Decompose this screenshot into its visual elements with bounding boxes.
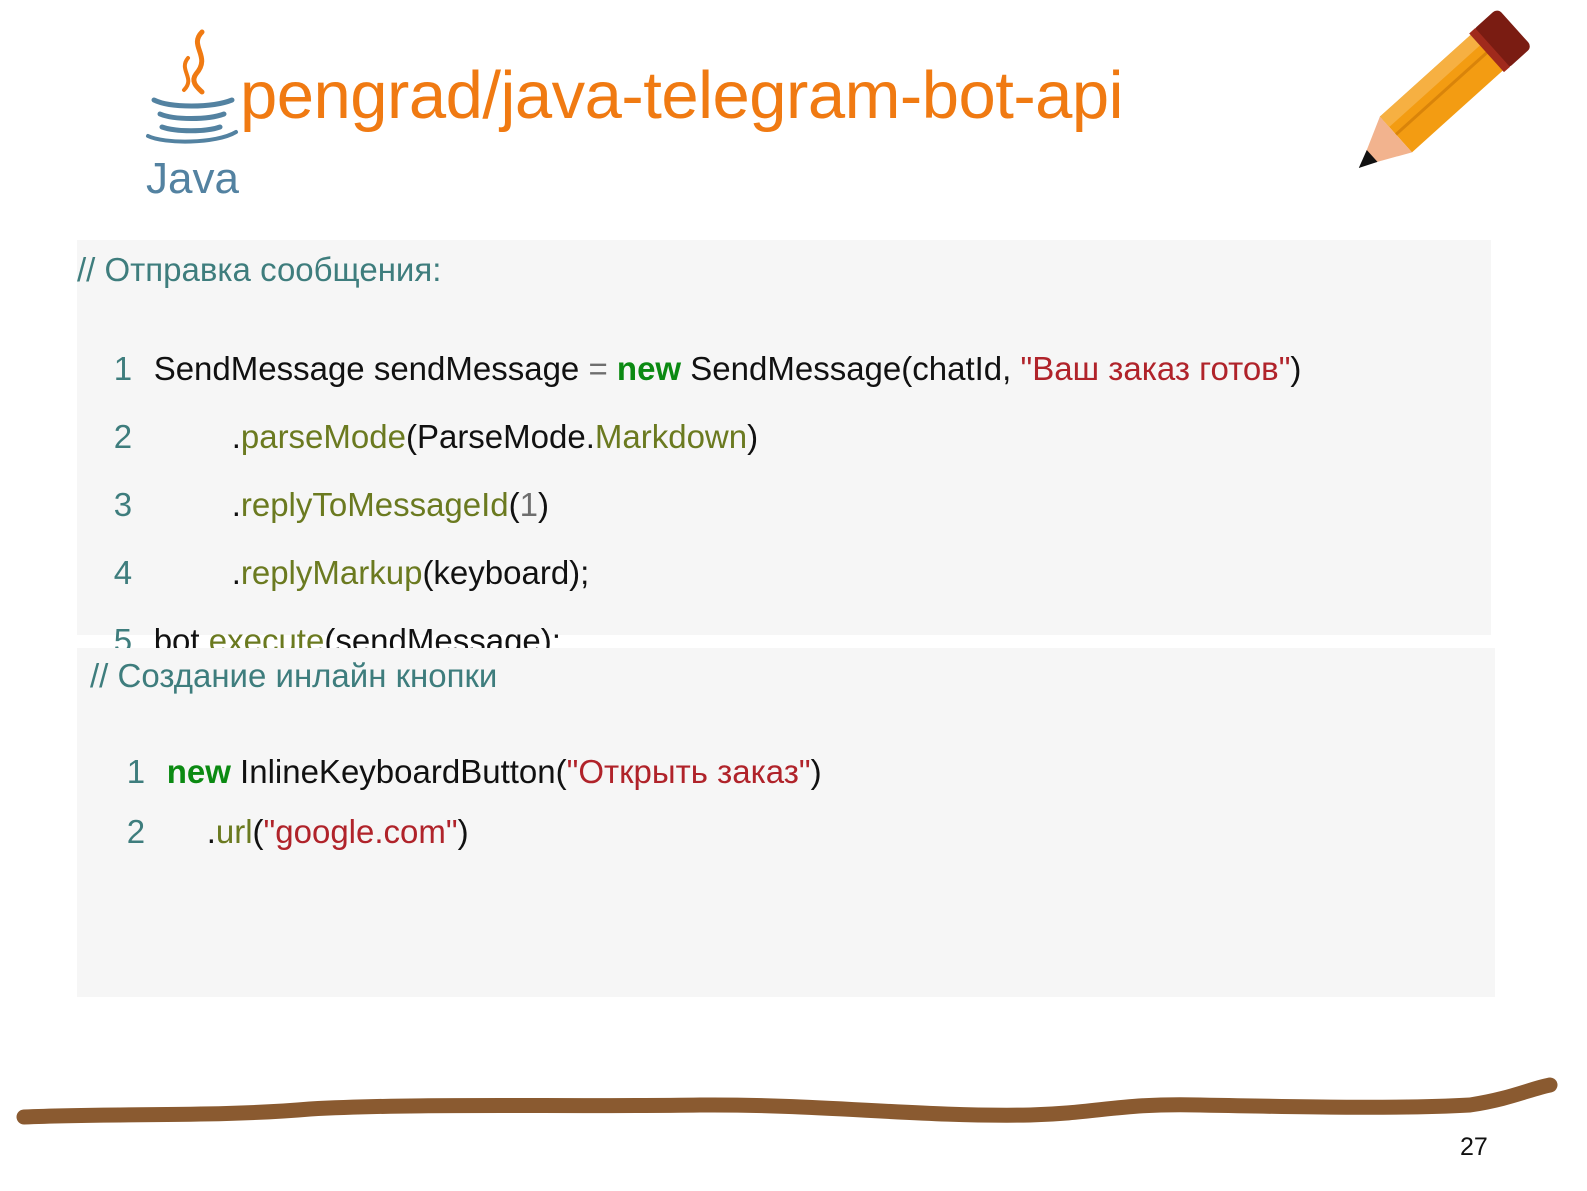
code-text: ( <box>252 813 264 850</box>
code-block-inline-button: // Создание инлайн кнопки 1 new InlineKey… <box>77 648 1495 997</box>
code-text: SendMessage(chatId, <box>681 350 1021 387</box>
code-text: ( <box>508 486 520 523</box>
code-string: "Ваш заказ готов" <box>1020 350 1291 387</box>
code-text: . <box>231 486 241 523</box>
code-text: (ParseMode. <box>405 418 595 455</box>
java-logo-text: Java <box>146 154 239 203</box>
code-method: replyMarkup <box>240 554 423 591</box>
code-text: ) <box>457 813 469 850</box>
code-line-2: 2 .url("google.com") <box>90 782 469 881</box>
line-number: 3 <box>113 486 133 523</box>
code-text: ) <box>810 753 822 790</box>
code-keyword: new <box>616 350 682 387</box>
code-operator: = <box>588 350 608 387</box>
code-comment: // Создание инлайн кнопки <box>90 657 498 694</box>
code-string: "Открыть заказ" <box>566 753 811 790</box>
slide-title: pengrad/java-telegram-bot-api <box>240 58 1124 133</box>
page-number: 27 <box>1460 1133 1488 1161</box>
code-text: ) <box>538 486 550 523</box>
line-number: 1 <box>113 350 133 387</box>
code-text: . <box>231 418 241 455</box>
code-text: SendMessage sendMessage <box>153 350 589 387</box>
code-text: ) <box>1290 350 1302 387</box>
java-logo: Java <box>146 29 239 203</box>
code-block-send-message: // Отправка сообщения: 1 SendMessage send… <box>77 240 1491 657</box>
code-number: 1 <box>519 486 539 523</box>
code-comment: // Отправка сообщения: <box>77 251 442 288</box>
code-string: "google.com" <box>263 813 458 850</box>
line-number: 2 <box>126 813 146 850</box>
pencil-icon <box>1358 10 1530 168</box>
code-text: . <box>231 554 241 591</box>
code-text: . <box>206 813 216 850</box>
line-number: 2 <box>113 418 133 455</box>
code-method: parseMode <box>240 418 406 455</box>
code-method: url <box>215 813 253 850</box>
code-text: ) <box>747 418 759 455</box>
line-number: 4 <box>113 554 133 591</box>
code-method: replyToMessageId <box>240 486 509 523</box>
code-field: Markdown <box>594 418 748 455</box>
decorative-brush-stroke <box>16 1077 1558 1125</box>
code-text: (keyboard); <box>422 554 590 591</box>
